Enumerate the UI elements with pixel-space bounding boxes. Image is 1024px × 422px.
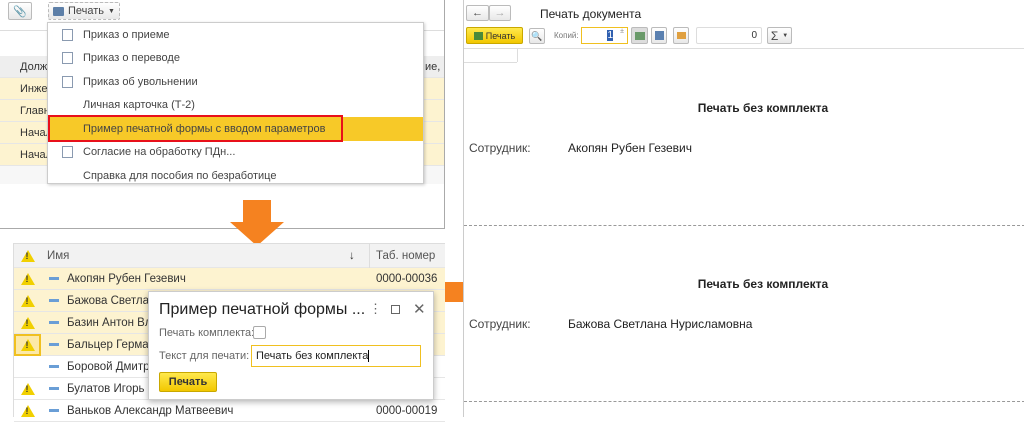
menu-item-hire-order[interactable]: Приказ о приеме xyxy=(48,23,423,47)
menu-item-personal-card[interactable]: Личная карточка (Т-2) xyxy=(48,94,423,118)
sum-menu-button[interactable]: Σ ▼ xyxy=(767,27,792,44)
page-heading: Печать без комплекта xyxy=(697,277,829,291)
document-export-icon xyxy=(62,75,73,88)
menu-item-dismissal-order[interactable]: Приказ об увольнении xyxy=(48,70,423,94)
printer-icon xyxy=(53,6,64,16)
column-tab-number[interactable]: Таб. номер xyxy=(369,243,435,268)
sum-field[interactable]: 0 xyxy=(696,27,762,44)
employee-name: Ваньков Александр Матвеевич xyxy=(67,404,234,417)
save-button[interactable] xyxy=(651,27,667,44)
employee-icon xyxy=(49,387,59,390)
warning-icon xyxy=(20,316,35,329)
more-icon[interactable]: ⋮ xyxy=(369,301,382,317)
attach-button[interactable]: 📎 xyxy=(8,2,32,20)
print-preview-panel: ← → Печать документа Печать 🔍 Копий: 1 ± … xyxy=(463,0,1024,417)
employee-label: Сотрудник: xyxy=(469,317,531,331)
employee-icon xyxy=(49,365,59,368)
document-export-icon xyxy=(62,28,73,41)
employee-name: Булатов Игорь В xyxy=(67,382,156,395)
chevron-down-icon: ▼ xyxy=(108,7,115,15)
edit-table-icon xyxy=(634,31,645,40)
page-break xyxy=(464,225,1024,226)
print-params-dialog: Пример печатной формы ... ⋮ ✕ Печать ком… xyxy=(148,291,434,400)
column-name[interactable]: Имя xyxy=(47,250,347,262)
list-item[interactable]: Ваньков Александр Матвеевич 0000-00019 xyxy=(14,400,445,422)
page-break xyxy=(464,401,1024,402)
send-email-button[interactable] xyxy=(673,27,689,44)
close-icon[interactable]: ✕ xyxy=(413,300,426,318)
text-label: Текст для печати: xyxy=(159,350,250,362)
warning-icon xyxy=(20,249,35,262)
print-menu-button[interactable]: Печать ▼ xyxy=(48,2,120,20)
document-list-panel: 📎 Печать ▼ Долж ие, Инже Главн Начал Нача… xyxy=(0,0,445,229)
highlight-box xyxy=(48,115,343,142)
sigma-icon: Σ xyxy=(770,28,779,43)
arrow-down-icon xyxy=(230,200,284,246)
document-export-icon xyxy=(62,52,73,65)
print-dropdown-menu: Приказ о приеме Приказ о переводе Приказ… xyxy=(47,22,424,184)
employee-icon xyxy=(49,299,59,302)
preview-zoom-button[interactable]: 🔍 xyxy=(529,28,545,44)
print-text-input[interactable]: Печать без комплекта xyxy=(251,345,421,367)
copies-input[interactable]: 1 ± xyxy=(581,27,628,44)
employee-name: Базин Антон Вла xyxy=(67,316,158,329)
paperclip-icon: 📎 xyxy=(13,5,27,18)
back-button[interactable]: ← xyxy=(466,5,489,21)
dialog-title: Пример печатной формы ... xyxy=(159,301,366,318)
employee-name: Бальцер Герман xyxy=(67,338,155,351)
preview-title: Печать документа xyxy=(540,7,642,21)
print-set-checkbox[interactable] xyxy=(253,326,266,339)
employee-name: Акопян Рубен Гезевич xyxy=(67,272,186,285)
envelope-icon xyxy=(676,32,686,39)
warning-icon xyxy=(20,404,35,417)
warning-icon xyxy=(20,272,35,285)
list-item[interactable]: Акопян Рубен Гезевич 0000-00036 xyxy=(14,268,445,290)
warning-icon xyxy=(20,294,35,307)
tab-number: 0000-00019 xyxy=(376,404,438,417)
magnifier-icon: 🔍 xyxy=(531,30,543,41)
warning-icon xyxy=(20,338,35,351)
employee-icon xyxy=(49,277,59,280)
spinner-icon[interactable]: ± xyxy=(620,28,624,35)
employee-icon xyxy=(49,409,59,412)
chevron-down-icon: ▼ xyxy=(782,32,789,39)
printer-icon xyxy=(473,31,483,40)
employee-value: Бажова Светлана Нурисламовна xyxy=(568,317,753,331)
employee-icon xyxy=(49,343,59,346)
dialog-print-button[interactable]: Печать xyxy=(159,372,217,392)
sort-arrow-icon: ↓ xyxy=(349,249,355,262)
menu-item-unemployment-certificate[interactable]: Справка для пособия по безработице xyxy=(48,164,423,188)
preview-print-button[interactable]: Печать xyxy=(466,27,523,44)
forward-button[interactable]: → xyxy=(489,5,511,21)
page-heading: Печать без комплекта xyxy=(697,101,829,115)
floppy-icon xyxy=(654,31,664,40)
employee-label: Сотрудник: xyxy=(469,141,531,155)
employee-icon xyxy=(49,321,59,324)
menu-item-pdn-consent[interactable]: Согласие на обработку ПДн... xyxy=(48,141,423,165)
copies-label: Копий: xyxy=(554,31,579,40)
maximize-icon[interactable] xyxy=(391,305,400,314)
warning-icon xyxy=(20,382,35,395)
document-export-icon xyxy=(62,146,73,159)
employee-value: Акопян Рубен Гезевич xyxy=(568,141,693,155)
list-header: Имя ↓ Таб. номер xyxy=(14,243,445,268)
tab-number: 0000-00036 xyxy=(376,272,438,285)
checkbox-label: Печать комплекта: xyxy=(159,327,255,339)
edit-mode-button[interactable] xyxy=(631,27,648,44)
menu-item-transfer-order[interactable]: Приказ о переводе xyxy=(48,47,423,71)
